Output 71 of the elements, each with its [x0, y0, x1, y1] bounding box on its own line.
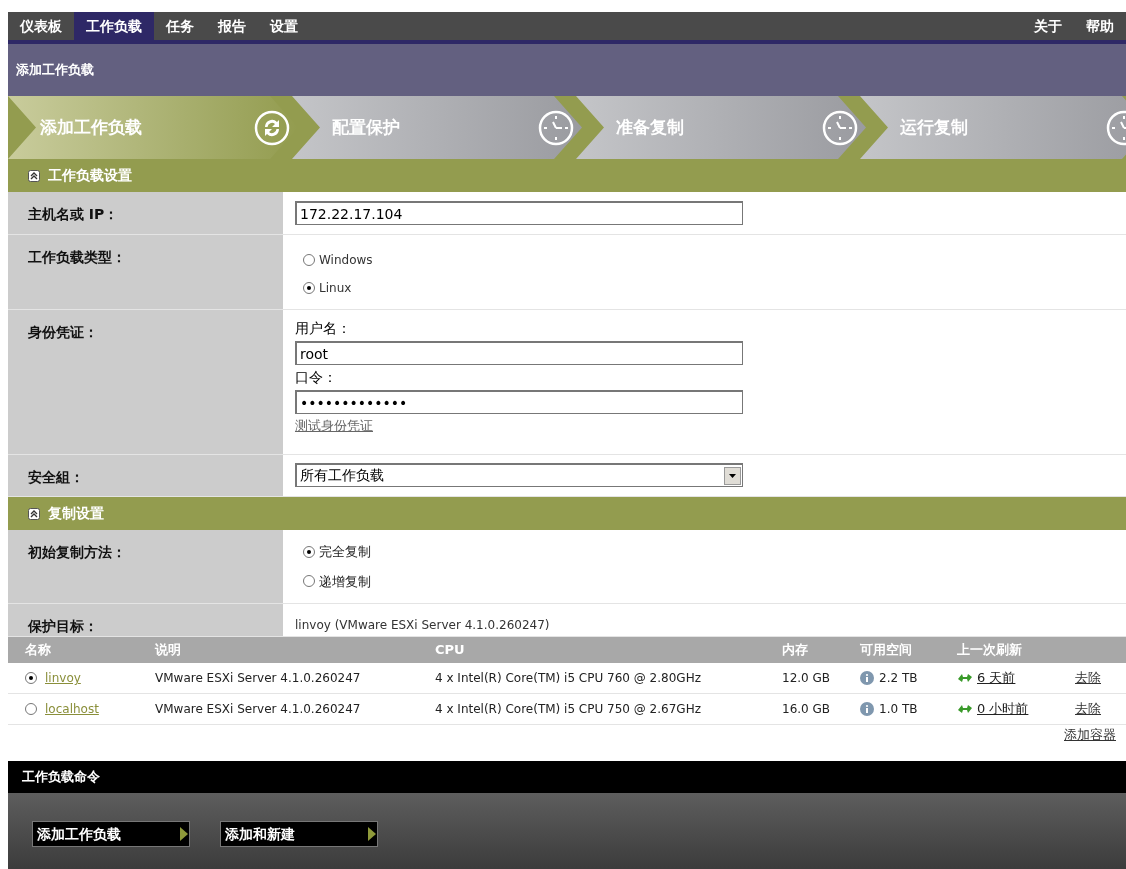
collapse-icon[interactable] — [28, 507, 40, 520]
host-field[interactable]: 172.22.17.104 — [295, 201, 743, 225]
radio-button[interactable] — [303, 282, 315, 294]
table-cell-text: VMware ESXi Server 4.1.0.260247 — [155, 701, 362, 718]
radio-label: Windows — [319, 252, 373, 269]
field-label: 主机名或 IP： — [28, 206, 119, 222]
radio-button[interactable] — [25, 672, 37, 684]
field-label: 保护目标： — [28, 618, 98, 634]
radio-label: 完全复制 — [319, 543, 371, 561]
arrow-icon — [180, 827, 188, 841]
dropdown-icon[interactable] — [724, 466, 741, 485]
table-cell-text: 2.2 TB — [879, 670, 918, 687]
radio-label: 递增复制 — [319, 572, 371, 591]
info-icon[interactable] — [860, 702, 874, 716]
table-cell-text: 16.0 GB — [782, 701, 832, 718]
step-label: 添加工作负载 — [40, 115, 142, 139]
column-header: 上一次刷新 — [957, 641, 1023, 660]
info-icon[interactable] — [860, 671, 874, 685]
password-label: 口令： — [295, 368, 338, 387]
column-header: CPU — [435, 641, 466, 660]
security-group-select[interactable]: 所有工作负载 — [295, 463, 743, 487]
commands-title: 工作负载命令 — [22, 768, 100, 787]
column-header: 内存 — [782, 641, 809, 660]
remove-link[interactable]: 去除 — [1072, 699, 1126, 719]
target-value: linvoy (VMware ESXi Server 4.1.0.260247) — [295, 617, 550, 634]
radio-button[interactable] — [303, 575, 315, 588]
table-cell-text: VMware ESXi Server 4.1.0.260247 — [155, 670, 362, 687]
column-header: 说明 — [155, 641, 182, 660]
refresh-link[interactable]: 6 天前 — [977, 668, 1016, 688]
nav-tab[interactable]: 报告 — [206, 12, 258, 40]
collapse-icon[interactable] — [28, 169, 40, 182]
test-credentials-link[interactable]: 测试身份凭证 — [295, 416, 373, 436]
step-label: 配置保护 — [332, 115, 400, 139]
table-cell-text: 12.0 GB — [782, 670, 832, 687]
nav-link[interactable]: 关于 — [1022, 12, 1074, 40]
column-header: 可用空间 — [860, 641, 913, 660]
step-label: 运行复制 — [900, 115, 968, 139]
radio-button[interactable] — [25, 703, 37, 715]
command-button[interactable]: 添加工作负载 — [32, 821, 190, 847]
section-title: 复制设置 — [48, 504, 104, 523]
add-container-link[interactable]: 添加容器 — [1064, 725, 1116, 745]
nav-tab[interactable]: 工作负载 — [74, 12, 154, 40]
step-label: 准备复制 — [616, 115, 684, 139]
table-cell-text: 4 x Intel(R) Core(TM) i5 CPU 760 @ 2.80GHz — [435, 670, 702, 687]
username-label: 用户名： — [295, 319, 352, 338]
nav-tab[interactable]: 仪表板 — [8, 12, 74, 40]
container-link[interactable]: linvoy — [45, 669, 81, 687]
nav-tab[interactable]: 任务 — [154, 12, 206, 40]
field-label: 身份凭证： — [28, 324, 98, 340]
nav-tab[interactable]: 设置 — [258, 12, 310, 40]
field-label: 初始复制方法： — [28, 544, 126, 560]
section-title: 工作负载设置 — [48, 166, 132, 185]
field-label: 工作负载类型： — [28, 249, 126, 265]
radio-button[interactable] — [303, 545, 315, 558]
table-cell-text: 4 x Intel(R) Core(TM) i5 CPU 750 @ 2.67GHz — [435, 701, 702, 718]
radio-label: Linux — [319, 280, 352, 297]
table-cell-text: 1.0 TB — [879, 701, 918, 718]
clock-icon — [822, 109, 858, 146]
arrow-icon — [368, 827, 376, 841]
password-field[interactable]: ••••••••••••• — [295, 390, 743, 414]
command-button[interactable]: 添加和新建 — [220, 821, 378, 847]
refresh-link[interactable]: 0 小时前 — [977, 699, 1029, 719]
field-label: 安全組： — [28, 469, 84, 485]
username-field[interactable]: root — [295, 341, 743, 365]
clock-icon — [538, 109, 574, 146]
radio-button[interactable] — [303, 254, 315, 266]
nav-link[interactable]: 帮助 — [1074, 12, 1126, 40]
column-header: 名称 — [25, 641, 52, 660]
page-title: 添加工作负载 — [16, 61, 94, 80]
remove-link[interactable]: 去除 — [1072, 668, 1126, 688]
container-link[interactable]: localhost — [45, 700, 99, 718]
